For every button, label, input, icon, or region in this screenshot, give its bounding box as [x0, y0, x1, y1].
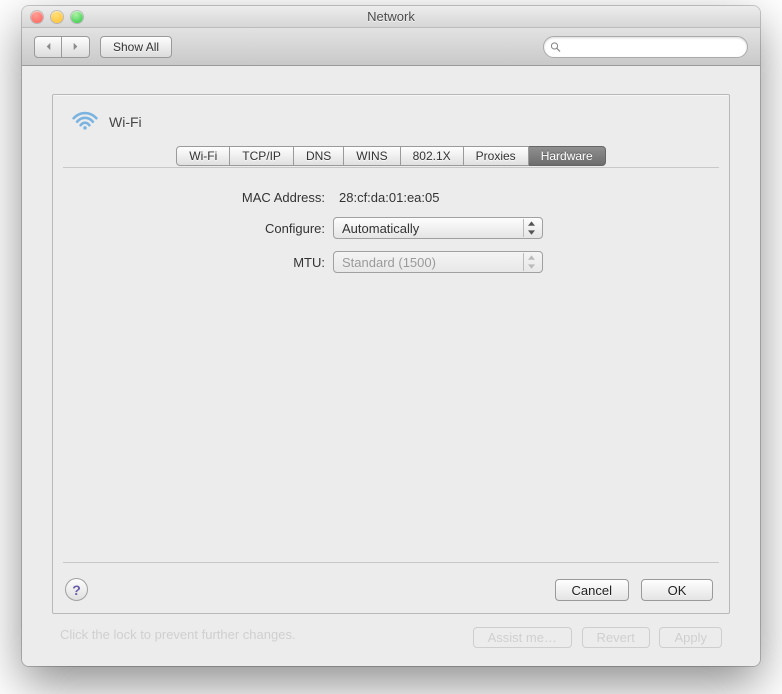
advanced-sheet: Wi-Fi Wi-Fi TCP/IP DNS WINS 802.1X Proxi…	[52, 94, 730, 614]
tab-8021x[interactable]: 802.1X	[401, 146, 464, 166]
main-area: Location: Home Status: Connected Turn Wi…	[22, 66, 760, 666]
window-title: Network	[22, 9, 760, 24]
sheet-title: Wi-Fi	[109, 114, 142, 130]
close-button[interactable]	[31, 11, 43, 23]
wifi-icon	[71, 109, 99, 134]
mac-address-value: 28:cf:da:01:ea:05	[333, 190, 439, 205]
tab-bar: Wi-Fi TCP/IP DNS WINS 802.1X Proxies Har…	[53, 146, 729, 166]
mac-address-label: MAC Address:	[63, 190, 333, 205]
tab-dns[interactable]: DNS	[294, 146, 344, 166]
search-input[interactable]	[565, 40, 741, 54]
minimize-button[interactable]	[51, 11, 63, 23]
search-field[interactable]	[543, 36, 748, 58]
hardware-panel: MAC Address: 28:cf:da:01:ea:05 Configure…	[63, 167, 719, 563]
configure-value: Automatically	[342, 221, 419, 236]
mtu-label: MTU:	[63, 255, 333, 270]
forward-button[interactable]	[62, 36, 90, 58]
configure-select[interactable]: Automatically	[333, 217, 543, 239]
tab-tcpip[interactable]: TCP/IP	[230, 146, 294, 166]
back-button[interactable]	[34, 36, 62, 58]
traffic-lights	[22, 11, 83, 23]
mtu-value: Standard (1500)	[342, 255, 436, 270]
help-button[interactable]: ?	[65, 578, 88, 601]
tab-hardware[interactable]: Hardware	[529, 146, 606, 166]
tab-proxies[interactable]: Proxies	[464, 146, 529, 166]
window: Network Show All Location: Home Status:	[22, 6, 760, 666]
ok-button[interactable]: OK	[641, 579, 713, 601]
cancel-button[interactable]: Cancel	[555, 579, 629, 601]
show-all-button[interactable]: Show All	[100, 36, 172, 58]
tab-wins[interactable]: WINS	[344, 146, 400, 166]
mtu-select: Standard (1500)	[333, 251, 543, 273]
chevron-right-icon	[71, 42, 80, 51]
tab-wifi[interactable]: Wi-Fi	[176, 146, 230, 166]
configure-label: Configure:	[63, 221, 333, 236]
toolbar: Show All	[22, 28, 760, 66]
titlebar: Network	[22, 6, 760, 28]
chevron-left-icon	[44, 42, 53, 51]
stepper-icon	[523, 219, 538, 237]
stepper-icon	[523, 253, 538, 271]
search-icon	[550, 41, 561, 53]
zoom-button[interactable]	[71, 11, 83, 23]
nav-buttons	[34, 36, 90, 58]
